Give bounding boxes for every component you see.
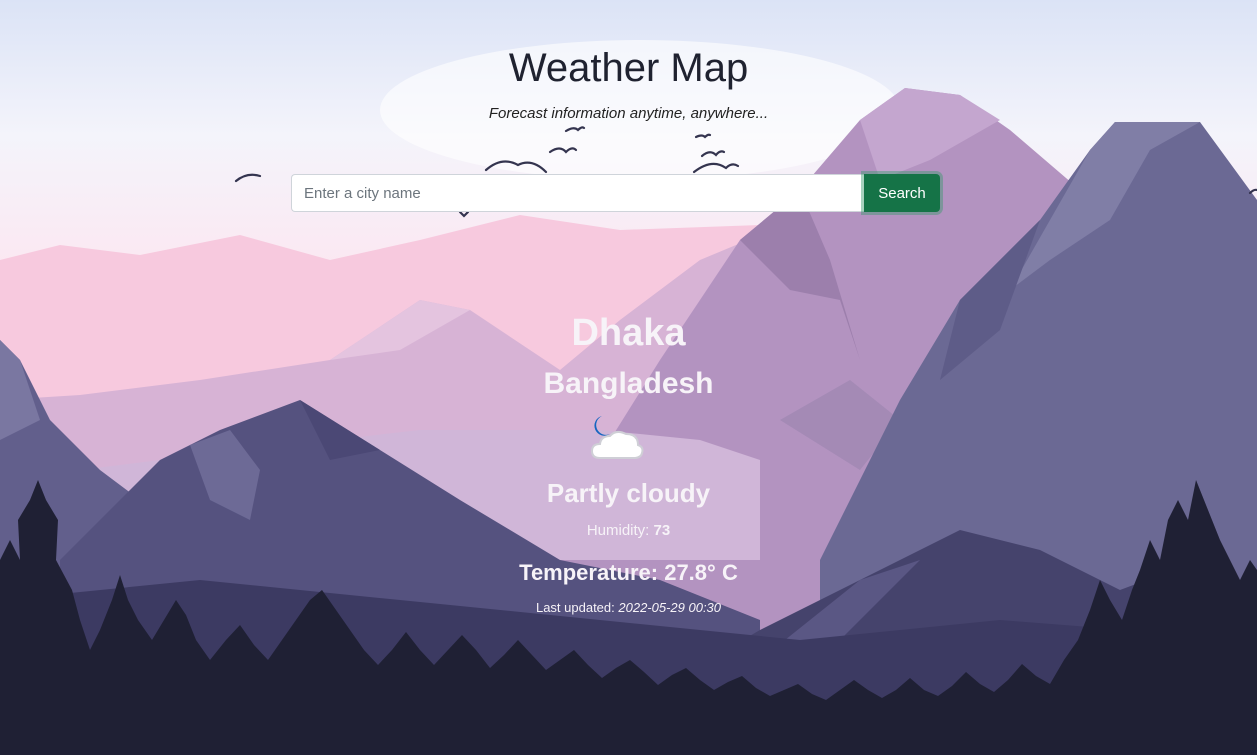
country-name: Bangladesh	[543, 367, 714, 400]
temperature-readout: Temperature: 27.8° C	[519, 560, 738, 585]
last-updated-value: 2022-05-29 00:30	[618, 600, 722, 615]
main-content: Weather Map Forecast information anytime…	[0, 0, 1257, 755]
humidity-readout: Humidity: 73	[0, 522, 1257, 539]
city-name: Dhaka	[571, 312, 686, 354]
search-button[interactable]: Search	[864, 174, 940, 212]
search-form: Search	[291, 174, 940, 212]
last-updated-label: Last updated:	[535, 600, 619, 615]
weather-condition: Partly cloudy	[546, 478, 711, 508]
last-updated: Last updated: 2022-05-29 00:30	[0, 600, 1257, 615]
humidity-value: 73	[653, 522, 671, 539]
page-title: Weather Map	[508, 46, 749, 90]
city-search-input[interactable]	[291, 174, 864, 212]
partly-cloudy-night-icon	[584, 412, 646, 464]
humidity-label: Humidity:	[586, 522, 654, 539]
page-subtitle: Forecast information anytime, anywhere..…	[488, 105, 769, 122]
